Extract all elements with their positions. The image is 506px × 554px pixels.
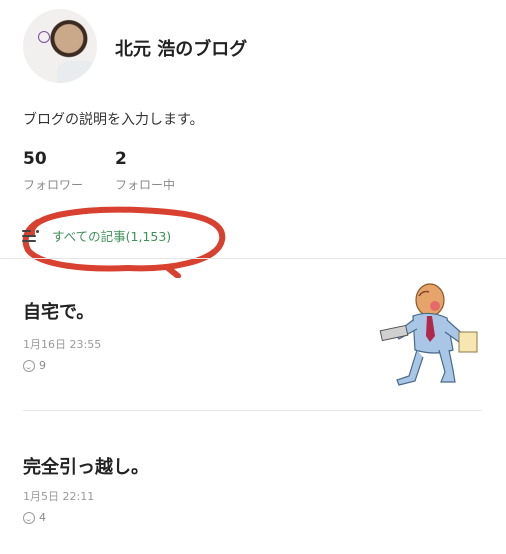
followers-label[interactable]: フォロワー <box>23 176 83 193</box>
smile-icon <box>23 511 35 524</box>
following-label[interactable]: フォロー中 <box>115 176 175 193</box>
post-date: 1月16日 23:55 <box>23 338 102 351</box>
following-count[interactable]: 2 <box>115 149 127 169</box>
blog-description: ブログの説明を入力します。 <box>23 112 204 128</box>
post-likes[interactable]: 9 <box>23 359 46 372</box>
avatar-logo-mark <box>38 31 50 43</box>
followers-count[interactable]: 50 <box>23 149 47 169</box>
list-menu-icon <box>22 229 39 242</box>
post-title[interactable]: 自宅で。 <box>23 298 94 324</box>
avatar-shirt <box>57 61 97 83</box>
profile-avatar[interactable] <box>23 9 97 83</box>
all-posts-link[interactable]: すべての記事(1,153) <box>22 226 171 245</box>
section-divider <box>0 258 506 259</box>
post-likes-count: 9 <box>39 359 46 372</box>
post-date: 1月5日 22:11 <box>23 490 95 503</box>
blog-title[interactable]: 北元 浩のブログ <box>115 35 247 61</box>
smile-icon <box>23 359 35 372</box>
all-posts-label: すべての記事(1,153) <box>52 229 172 244</box>
post-thumbnail-illustration[interactable] <box>375 280 485 390</box>
post-divider <box>23 410 482 411</box>
post-likes-count: 4 <box>39 511 46 524</box>
post-likes[interactable]: 4 <box>23 511 46 524</box>
post-title[interactable]: 完全引っ越し。 <box>23 453 149 479</box>
